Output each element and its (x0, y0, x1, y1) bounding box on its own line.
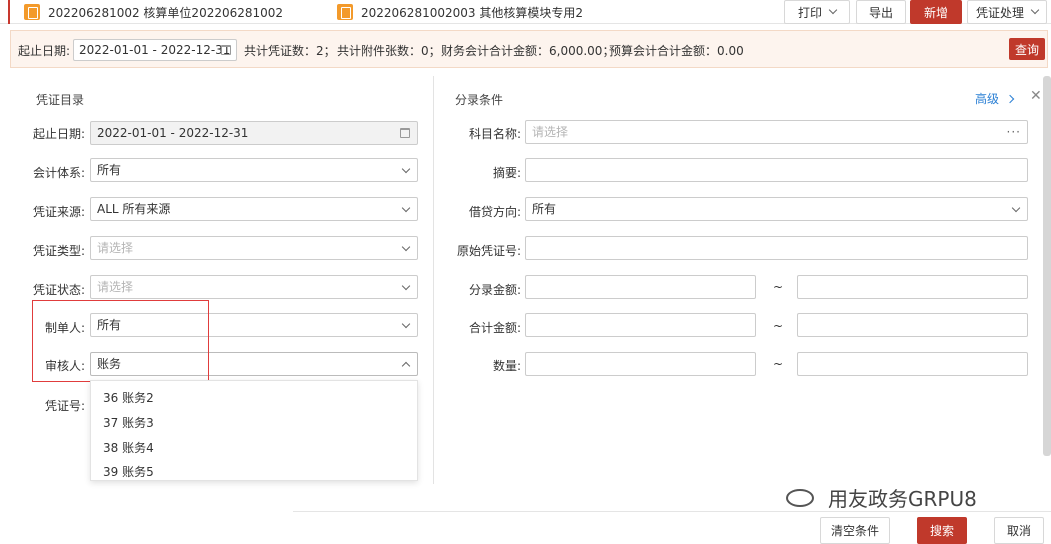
entry-amount-min[interactable] (525, 275, 756, 299)
cancel-button[interactable]: 取消 (994, 517, 1044, 544)
footer-divider (293, 511, 1051, 512)
voucher-source-select[interactable]: ALL 所有来源 (90, 197, 418, 221)
cancel-label: 取消 (1006, 524, 1031, 538)
total-amount-min[interactable] (525, 313, 756, 337)
tab-label: 202206281002 核算单位202206281002 (48, 5, 284, 20)
clear-conditions-button[interactable]: 清空条件 (820, 517, 890, 544)
chevron-down-icon (401, 281, 411, 291)
right-section-title: 分录条件 (455, 93, 504, 107)
tab-label: 202206281002003 其他核算模块专用2 (361, 5, 583, 20)
document-icon (337, 4, 353, 20)
voucher-type-label: 凭证类型: (33, 244, 86, 258)
budget-total: 预算会计合计金额：0.00 (609, 44, 744, 58)
voucher-type-select[interactable]: 请选择 (90, 236, 418, 260)
quantity-max[interactable] (797, 352, 1028, 376)
dropdown-option[interactable]: 39 账务5 (103, 463, 154, 480)
entry-amount-max[interactable] (797, 275, 1028, 299)
date-range-input[interactable]: 2022-01-01 - 2022-12-31 (73, 39, 237, 61)
add-button[interactable]: 新增 (910, 0, 962, 24)
reviewer-dropdown: 36 账务2 37 账务3 38 账务4 39 账务5 (90, 380, 418, 481)
attachment-count: 共计附件张数：0； (337, 44, 441, 58)
left-section-title: 凭证目录 (36, 93, 85, 107)
chevron-down-icon (401, 319, 411, 329)
active-tab-marker (8, 0, 10, 24)
tab-module[interactable]: 202206281002003 其他核算模块专用2 (337, 2, 583, 22)
dropdown-option[interactable]: 38 账务4 (103, 439, 154, 456)
export-label: 导出 (868, 5, 893, 20)
date-range-value: 2022-01-01 - 2022-12-31 (79, 43, 231, 57)
date-field-value: 2022-01-01 - 2022-12-31 (97, 126, 249, 140)
calendar-icon (221, 45, 231, 55)
date-field-label: 起止日期: (33, 127, 86, 141)
entry-amount-label: 分录金额: (469, 283, 522, 297)
quantity-label: 数量: (493, 359, 522, 373)
summary-label: 摘要: (493, 166, 522, 180)
watermark: 用友政务GRPU8 (786, 483, 977, 512)
quantity-min[interactable] (525, 352, 756, 376)
export-button[interactable]: 导出 (856, 0, 906, 24)
summary-input[interactable] (525, 158, 1028, 182)
finance-total: 财务会计合计金额：6,000.00； (441, 44, 615, 58)
original-voucher-label: 原始凭证号: (457, 244, 522, 258)
clear-label: 清空条件 (830, 524, 879, 538)
chevron-down-icon (401, 164, 411, 174)
advanced-link[interactable]: 高级 (975, 90, 1015, 107)
date-field[interactable]: 2022-01-01 - 2022-12-31 (90, 121, 418, 145)
dropdown-option[interactable]: 36 账务2 (103, 389, 154, 406)
watermark-text: 用友政务GRPU8 (828, 487, 977, 511)
more-icon[interactable]: ··· (1007, 121, 1021, 143)
voucher-process-button[interactable]: 凭证处理 (967, 0, 1047, 24)
total-amount-label: 合计金额: (469, 321, 522, 335)
range-separator: ~ (773, 280, 784, 294)
search-button[interactable]: 搜索 (917, 517, 967, 544)
document-icon (24, 4, 40, 20)
dropdown-option[interactable]: 37 账务3 (103, 414, 154, 431)
query-button[interactable]: 查询 (1009, 38, 1045, 60)
chevron-down-icon (1030, 5, 1040, 15)
voucher-source-value: ALL 所有来源 (97, 202, 171, 216)
chevron-up-icon (401, 361, 411, 371)
original-voucher-input[interactable] (525, 236, 1028, 260)
accounting-system-label: 会计体系: (33, 166, 86, 180)
account-name-input[interactable]: 请选择 ··· (525, 120, 1028, 144)
voucher-status-placeholder: 请选择 (97, 280, 134, 294)
highlight-box (32, 300, 209, 382)
range-separator: ~ (773, 319, 784, 333)
chevron-down-icon (401, 242, 411, 252)
print-label: 打印 (797, 5, 822, 20)
date-label: 起止日期: (18, 44, 71, 58)
calendar-icon (400, 128, 410, 138)
voucher-status-select[interactable]: 请选择 (90, 275, 418, 299)
chevron-down-icon (1011, 203, 1021, 213)
total-amount-max[interactable] (797, 313, 1028, 337)
voucher-number-label: 凭证号: (45, 399, 86, 413)
voucher-process-label: 凭证处理 (975, 5, 1024, 20)
range-separator: ~ (773, 357, 784, 371)
search-label: 搜索 (929, 524, 954, 538)
direction-label: 借贷方向: (469, 205, 522, 219)
voucher-count: 共计凭证数：2； (244, 44, 336, 58)
close-icon[interactable]: ✕ (1030, 88, 1042, 104)
voucher-type-placeholder: 请选择 (97, 241, 134, 255)
advanced-label: 高级 (975, 92, 1000, 106)
direction-value: 所有 (532, 202, 557, 216)
chevron-down-icon (401, 203, 411, 213)
voucher-source-label: 凭证来源: (33, 205, 86, 219)
voucher-status-label: 凭证状态: (33, 283, 86, 297)
chevron-down-icon (828, 5, 838, 15)
accounting-system-value: 所有 (97, 163, 122, 177)
print-button[interactable]: 打印 (784, 0, 850, 24)
accounting-system-select[interactable]: 所有 (90, 158, 418, 182)
chevron-right-icon (1005, 94, 1015, 103)
wechat-icon (786, 488, 814, 507)
scrollbar[interactable] (1043, 76, 1051, 456)
direction-select[interactable]: 所有 (525, 197, 1028, 221)
add-label: 新增 (923, 5, 948, 20)
account-name-placeholder: 请选择 (532, 125, 569, 139)
panel-divider (433, 76, 434, 484)
tab-unit[interactable]: 202206281002 核算单位202206281002 (24, 2, 283, 22)
summary-bar: 起止日期: 2022-01-01 - 2022-12-31 共计凭证数：2； 共… (10, 30, 1048, 68)
account-name-label: 科目名称: (469, 127, 522, 141)
